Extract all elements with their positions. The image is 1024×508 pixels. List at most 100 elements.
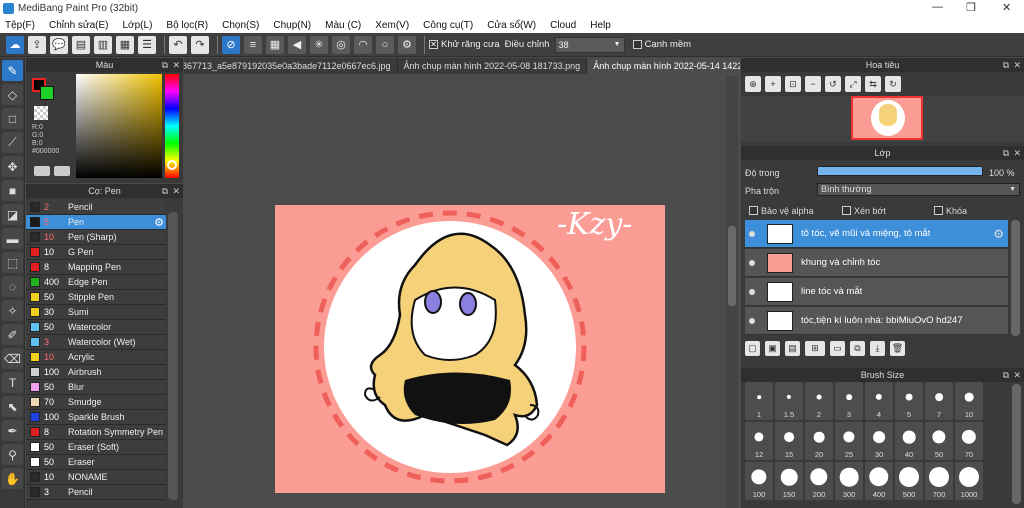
move-tool-icon[interactable]: ✥ — [2, 156, 23, 177]
palette-add-icon[interactable] — [54, 166, 70, 176]
menu-filter[interactable]: Bộ lọc(R) — [166, 20, 208, 31]
magic-wand-icon[interactable]: ✧ — [2, 300, 23, 321]
gear-icon[interactable]: ⚙ — [993, 227, 1004, 241]
brush-size-option[interactable]: 2 — [805, 382, 833, 420]
parallel-snap-icon[interactable]: ≡ — [244, 35, 262, 54]
eraser-tool-icon[interactable]: ◇ — [2, 84, 23, 105]
eyedropper-tool-icon[interactable]: ⚲ — [2, 444, 23, 465]
close-icon[interactable]: ✕ — [172, 58, 180, 72]
brush-item[interactable]: 10 Pen (Sharp) — [26, 230, 166, 245]
share-icon[interactable]: ⇪ — [28, 35, 46, 54]
minimize-icon[interactable]: — — [932, 1, 943, 13]
brush-item[interactable]: 3 Pencil — [26, 485, 166, 500]
brush-size-option[interactable]: 200 — [805, 462, 833, 500]
brush-size-option[interactable]: 5 — [895, 382, 923, 420]
brush-size-option[interactable]: 150 — [775, 462, 803, 500]
navigator-preview[interactable] — [741, 96, 1024, 142]
divide-tool-icon[interactable]: ✒ — [2, 420, 23, 441]
tab-document-2[interactable]: Ảnh chụp màn hình 2022-05-08 181733.png — [398, 58, 588, 74]
gear-icon[interactable]: ⚙ — [154, 216, 164, 229]
visibility-icon[interactable] — [749, 259, 755, 266]
artwork-canvas[interactable]: -Kzy- — [275, 205, 665, 493]
menu-color[interactable]: Màu (C) — [325, 20, 361, 31]
menu-snap[interactable]: Chụp(N) — [273, 20, 311, 31]
brush-item[interactable]: 2 Pencil — [26, 200, 166, 215]
palette-icon[interactable] — [34, 166, 50, 176]
blend-select[interactable]: Bình thường ▼ — [817, 183, 1020, 196]
close-icon[interactable]: ✕ — [1013, 58, 1021, 72]
visibility-icon[interactable] — [749, 317, 755, 324]
circle-snap-icon[interactable]: ◎ — [332, 35, 350, 54]
brush-size-option[interactable]: 100 — [745, 462, 773, 500]
menu-layer[interactable]: Lớp(L) — [123, 20, 153, 31]
zoom-out-icon[interactable]: − — [805, 76, 821, 92]
scroll-thumb[interactable] — [728, 226, 736, 306]
brush-size-option[interactable]: 70 — [955, 422, 983, 460]
protect-alpha-checkbox[interactable] — [749, 206, 758, 215]
gradient-tool-icon[interactable]: ▬ — [2, 228, 23, 249]
menu-tools[interactable]: Công cụ(T) — [423, 20, 473, 31]
brush-item[interactable]: 30 Sumi — [26, 305, 166, 320]
menu-view[interactable]: Xem(V) — [375, 20, 409, 31]
transparent-swatch[interactable] — [34, 106, 48, 120]
comment-icon[interactable]: 💬 — [50, 35, 68, 54]
menu-window[interactable]: Cửa sổ(W) — [487, 20, 536, 31]
rectangle-tool-icon[interactable]: □ — [2, 108, 23, 129]
lock-checkbox[interactable] — [934, 206, 943, 215]
brush-size-option[interactable]: 40 — [895, 422, 923, 460]
opacity-slider[interactable] — [817, 166, 983, 176]
rotate-right-icon[interactable]: ↻ — [885, 76, 901, 92]
fit-window-icon[interactable]: ⤢ — [845, 76, 861, 92]
grid-icon[interactable]: ▦ — [116, 35, 134, 54]
menu-file[interactable]: Tệp(F) — [5, 20, 35, 31]
add-layer-menu-icon[interactable]: ⊞ — [805, 341, 825, 356]
brush-size-option[interactable]: 50 — [925, 422, 953, 460]
close-icon[interactable]: ✕ — [1013, 368, 1021, 382]
brush-item[interactable]: 10 G Pen — [26, 245, 166, 260]
brush-size-option[interactable]: 10 — [955, 382, 983, 420]
snap-settings-icon[interactable]: ⚙ — [398, 35, 416, 54]
navigator-thumbnail[interactable] — [851, 96, 923, 140]
saturation-value-picker[interactable] — [76, 74, 162, 178]
merge-layer-icon[interactable]: ⤓ — [870, 341, 885, 356]
radial-snap-icon[interactable]: ✳ — [310, 35, 328, 54]
actual-size-icon[interactable]: ⊡ — [785, 76, 801, 92]
visibility-icon[interactable] — [749, 288, 755, 295]
brush-size-option[interactable]: 1 — [745, 382, 773, 420]
brush-item[interactable]: 100 Airbrush — [26, 365, 166, 380]
brush-size-option[interactable]: 700 — [925, 462, 953, 500]
tab-document-1[interactable]: 867713_a5e879192035e0a3bade7112e0667ec6.… — [184, 58, 398, 74]
menu-help[interactable]: Help — [590, 20, 611, 31]
brush-size-option[interactable]: 1000 — [955, 462, 983, 500]
fill-rect-tool-icon[interactable]: ■ — [2, 180, 23, 201]
brush-scrollbar[interactable] — [168, 212, 178, 500]
restore-icon[interactable]: ❐ — [966, 1, 976, 14]
brush-item[interactable]: 5 Pen ⚙ — [26, 215, 166, 230]
menu-edit[interactable]: Chỉnh sửa(E) — [49, 20, 109, 31]
brush-item[interactable]: 50 Eraser (Soft) — [26, 440, 166, 455]
expand-icon[interactable]: ⧉ — [1003, 368, 1009, 382]
duplicate-layer-icon[interactable]: ⧉ — [850, 341, 865, 356]
new-halftone-layer-icon[interactable]: ▣ — [765, 341, 780, 356]
select-pen-icon[interactable]: ✐ — [2, 324, 23, 345]
brush-item[interactable]: 8 Mapping Pen — [26, 260, 166, 275]
brush-item[interactable]: 10 Acrylic — [26, 350, 166, 365]
antialias-checkbox[interactable]: ✕ — [429, 40, 438, 49]
bucket-tool-icon[interactable]: ◪ — [2, 204, 23, 225]
hue-handle[interactable] — [167, 160, 177, 170]
brush-tool-icon[interactable]: ✎ — [2, 60, 23, 81]
brush-size-option[interactable]: 20 — [805, 422, 833, 460]
tab-document-3[interactable]: Ảnh chụp màn hình 2022-05-14 142216.png — [587, 58, 740, 74]
select-eraser-icon[interactable]: ⌫ — [2, 348, 23, 369]
menu-cloud[interactable]: Cloud — [550, 20, 576, 31]
close-icon[interactable]: ✕ — [172, 184, 180, 198]
brush-item[interactable]: 100 Sparkle Brush — [26, 410, 166, 425]
snap-off-icon[interactable]: ⊘ — [222, 35, 240, 54]
brush-item[interactable]: 8 Rotation Symmetry Pen — [26, 425, 166, 440]
brush-size-scrollbar[interactable] — [1012, 384, 1021, 504]
brush-size-option[interactable]: 12 — [745, 422, 773, 460]
cloud-icon[interactable]: ☁ — [6, 35, 24, 54]
brush-item[interactable]: 3 Watercolor (Wet) — [26, 335, 166, 350]
close-icon[interactable]: ✕ — [1013, 146, 1021, 160]
brush-size-option[interactable]: 4 — [865, 382, 893, 420]
